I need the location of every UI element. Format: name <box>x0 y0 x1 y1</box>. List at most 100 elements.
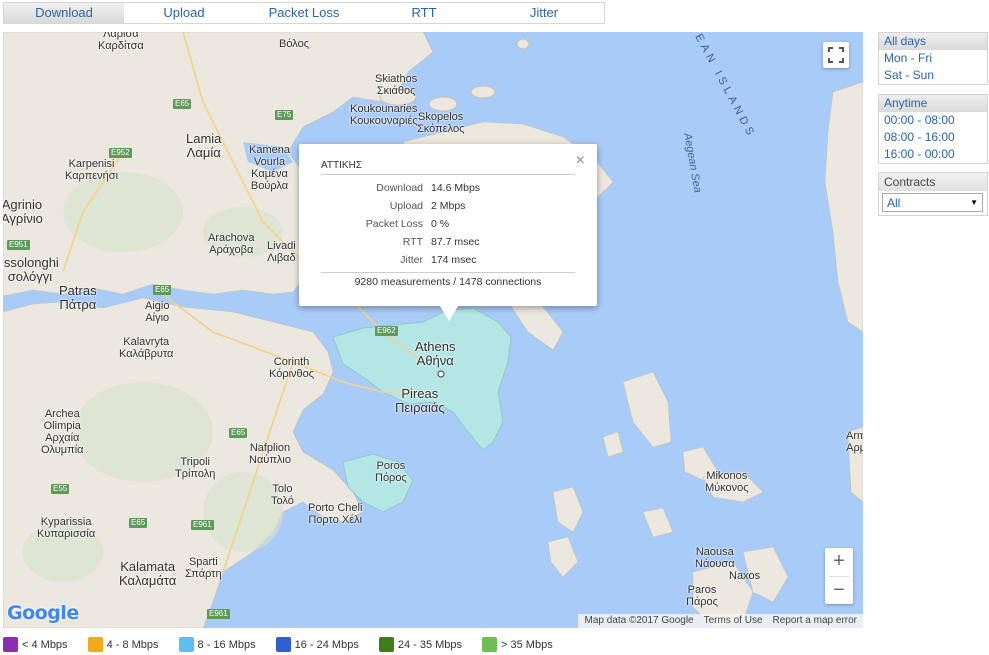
map[interactable]: Λάρισα Καρδίτσα Βόλος Skiathos Σκιάθος Kou… <box>3 32 863 628</box>
road-shield: E65 <box>153 285 172 295</box>
fullscreen-icon <box>828 47 844 63</box>
stat-key: Jitter <box>400 254 423 266</box>
tab-packet-loss[interactable]: Packet Loss <box>244 3 364 23</box>
contracts-select[interactable]: All ▼ <box>882 193 983 212</box>
road-shield: E65 <box>129 518 148 528</box>
contracts-filter: Contracts All ▼ <box>878 172 988 216</box>
label-pireas: Pireas Πειραιάς <box>395 386 445 415</box>
stat-value: 2 Mbps <box>431 200 466 212</box>
legend-item: 24 - 35 Mbps <box>378 637 463 652</box>
label-karpenisi: Karpenisi Καρπενήσι <box>65 158 119 182</box>
fullscreen-button[interactable] <box>823 42 849 68</box>
metric-tabs: Download Upload Packet Loss RTT Jitter <box>3 2 605 24</box>
legend-swatch <box>3 637 18 652</box>
label-agrinio: Agrinio Αγρίνιο <box>3 197 43 226</box>
label-kamena-vourla: Kamena Vourla Καμένα Βούρλα <box>249 144 290 192</box>
road-shield: E951 <box>7 240 30 250</box>
label-paros: Paros Πάρος <box>686 584 718 608</box>
filter-all-days[interactable]: All days <box>879 33 987 50</box>
tab-download[interactable]: Download <box>4 3 124 23</box>
map-data-credit: Map data ©2017 Google <box>584 615 694 626</box>
label-nafplion: Nafplion Ναύπλιο <box>249 442 291 466</box>
stat-key: Upload <box>389 200 423 212</box>
legend-item: 16 - 24 Mbps <box>275 637 359 652</box>
legend-swatch <box>482 637 498 652</box>
terms-of-use-link[interactable]: Terms of Use <box>704 614 763 628</box>
filter-00-08[interactable]: 00:00 - 08:00 <box>879 112 987 129</box>
legend-label: 4 - 8 Mbps <box>106 638 159 651</box>
road-shield: E65 <box>229 428 248 438</box>
stat-key: RTT <box>402 236 423 248</box>
legend-label: 16 - 24 Mbps <box>294 638 359 651</box>
report-map-error-link[interactable]: Report a map error <box>773 614 857 628</box>
contracts-title: Contracts <box>879 173 987 191</box>
label-kyparissia: Kyparissia Κυπαρισσία <box>37 516 96 540</box>
legend-swatch <box>87 637 103 652</box>
label-volos: Βόλος <box>279 38 309 50</box>
filter-anytime[interactable]: Anytime <box>879 95 987 112</box>
label-tripoli: Tripoli Τρίπολη <box>175 456 216 480</box>
legend-label: 24 - 35 Mbps <box>397 638 463 651</box>
table-row: RTT 87.7 msec <box>321 233 575 251</box>
filter-mon-fri[interactable]: Mon - Fri <box>879 50 987 67</box>
label-skopelos: Skopelos Σκόπελος <box>417 111 465 135</box>
zoom-control: + − <box>825 548 853 604</box>
label-poros: Poros Πόρος <box>375 460 407 484</box>
label-missolonghi: issolonghi σολόγγι <box>3 255 59 284</box>
label-tolo: Tolo Τολό <box>271 483 294 507</box>
days-filter: All days Mon - Fri Sat - Sun <box>878 32 988 85</box>
zoom-out-button[interactable]: − <box>825 577 853 605</box>
label-mikonos: Mikonos Μύκονος <box>705 470 749 494</box>
label-kalamata: Kalamata Καλαμάτα <box>119 559 177 588</box>
tab-rtt[interactable]: RTT <box>364 3 484 23</box>
road-shield: E961 <box>191 520 214 530</box>
label-naousa: Naousa Νάουσα <box>695 546 735 570</box>
legend-label: > 35 Mbps <box>501 638 553 651</box>
close-icon[interactable]: × <box>576 152 585 170</box>
chevron-down-icon: ▼ <box>970 198 978 207</box>
road-shield: E962 <box>375 326 398 336</box>
road-shield: E75 <box>275 110 294 120</box>
popup-region-title: ΑΤΤΙΚΗΣ <box>321 160 575 175</box>
stat-value: 174 msec <box>431 254 477 266</box>
contracts-selected-value: All <box>887 195 901 210</box>
legend-swatch <box>275 637 291 652</box>
legend-swatch <box>378 637 394 652</box>
road-shield: E952 <box>109 148 132 158</box>
label-arm: Arm Αρμ <box>846 430 863 454</box>
label-skiathos: Skiathos Σκιάθος <box>375 73 418 97</box>
label-lamia: Lamia Λαμία <box>186 131 222 160</box>
label-corinth: Corinth Κόρινθος <box>269 356 315 380</box>
stat-value: 87.7 msec <box>431 236 480 248</box>
speed-legend: < 4 Mbps 4 - 8 Mbps 8 - 16 Mbps 16 - 24 … <box>3 637 573 652</box>
map-attribution: Map data ©2017 Google Terms of Use Repor… <box>578 614 863 628</box>
table-row: Download 14.6 Mbps <box>321 179 575 197</box>
label-kalavryta: Kalavryta Καλάβρυτα <box>119 336 174 360</box>
label-koukounaries: Koukounaries Κουκουναριές <box>350 103 418 127</box>
filter-sat-sun[interactable]: Sat - Sun <box>879 67 987 84</box>
label-porto-cheli: Porto Cheli Πορτο Χέλι <box>308 502 363 526</box>
label-livadi: Livadi Λιβαδ <box>267 240 296 264</box>
stat-value: 0 % <box>431 218 450 230</box>
filter-16-00[interactable]: 16:00 - 00:00 <box>879 146 987 163</box>
label-athens: Athens Αθήνα <box>415 339 456 368</box>
label-aigio: Aigio Αίγιο <box>145 300 170 324</box>
legend-swatch <box>178 637 194 652</box>
google-logo[interactable]: Google <box>7 602 79 624</box>
label-naxos: Naxos <box>729 570 761 582</box>
legend-item: 8 - 16 Mbps <box>178 637 256 652</box>
tab-jitter[interactable]: Jitter <box>484 3 604 23</box>
stat-value: 14.6 Mbps <box>431 182 481 194</box>
filter-08-16[interactable]: 08:00 - 16:00 <box>879 129 987 146</box>
table-row: Jitter 174 msec <box>321 251 575 269</box>
legend-item: 4 - 8 Mbps <box>87 637 159 652</box>
time-filter: Anytime 00:00 - 08:00 08:00 - 16:00 16:0… <box>878 94 988 164</box>
table-row: Packet Loss 0 % <box>321 215 575 233</box>
label-arachova: Arachova Αράχοβα <box>208 232 255 256</box>
stat-key: Download <box>376 182 423 194</box>
tab-upload[interactable]: Upload <box>124 3 244 23</box>
stat-key: Packet Loss <box>365 218 423 230</box>
popup-summary: 9280 measurements / 1478 connections <box>321 272 575 288</box>
zoom-in-button[interactable]: + <box>825 548 853 576</box>
legend-label: 8 - 16 Mbps <box>197 638 256 651</box>
